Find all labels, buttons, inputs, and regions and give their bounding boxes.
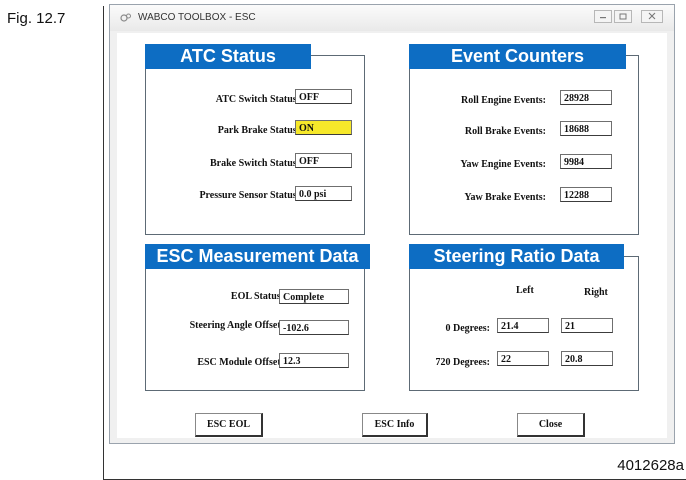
window-title: WABCO TOOLBOX - ESC — [138, 12, 256, 23]
event-counters-panel — [409, 55, 639, 235]
park-brake-label: Park Brake Status: — [217, 125, 300, 136]
zero-degrees-left-value: 21.4 — [497, 318, 549, 333]
title-bar[interactable]: WABCO TOOLBOX - ESC — [110, 5, 674, 31]
yaw-brake-events-value: 12288 — [560, 187, 612, 202]
minimize-button[interactable] — [594, 10, 612, 23]
zero-degrees-label: 0 Degrees: — [445, 323, 490, 334]
atc-status-title: ATC Status — [145, 44, 311, 69]
pressure-sensor-label: Pressure Sensor Status: — [199, 190, 300, 201]
right-column-header: Right — [584, 287, 608, 298]
pressure-sensor-value: 0.0 psi — [295, 186, 352, 201]
minimize-icon — [600, 17, 606, 19]
esc-info-button[interactable]: ESC Info — [362, 413, 428, 437]
close-window-button[interactable] — [641, 10, 663, 23]
roll-brake-events-label: Roll Brake Events: — [464, 126, 546, 137]
yaw-engine-events-label: Yaw Engine Events: — [460, 159, 546, 170]
steering-angle-offset-label: Steering Angle Offset: — [189, 320, 284, 331]
esc-measurement-title: ESC Measurement Data — [145, 244, 370, 269]
eol-status-value: Complete — [279, 289, 349, 304]
yaw-brake-events-label: Yaw Brake Events: — [464, 192, 546, 203]
figure-id: 4012628a — [617, 457, 684, 474]
yaw-engine-events-value: 9984 — [560, 154, 612, 169]
steering-ratio-title: Steering Ratio Data — [409, 244, 624, 269]
atc-switch-label: ATC Switch Status: — [215, 94, 300, 105]
toolbox-window: WABCO TOOLBOX - ESC ATC Status ATC Switc… — [109, 4, 675, 444]
seven-twenty-degrees-right-value: 20.8 — [561, 351, 613, 366]
figure-label: Fig. 12.7 — [7, 10, 66, 27]
park-brake-value: ON — [295, 120, 352, 135]
atc-status-panel — [145, 55, 365, 235]
seven-twenty-degrees-label: 720 Degrees: — [435, 357, 490, 368]
steering-angle-offset-value: -102.6 — [279, 320, 349, 335]
client-area: ATC Status ATC Switch Status: OFF Park B… — [117, 33, 667, 438]
close-icon — [648, 12, 656, 20]
brake-switch-label: Brake Switch Status: — [209, 158, 300, 169]
esc-module-offset-value: 12.3 — [279, 353, 349, 368]
close-button[interactable]: Close — [517, 413, 585, 437]
roll-engine-events-value: 28928 — [560, 90, 612, 105]
atc-switch-value: OFF — [295, 89, 352, 104]
figure-frame-left — [103, 6, 104, 480]
zero-degrees-right-value: 21 — [561, 318, 613, 333]
restore-button[interactable] — [614, 10, 632, 23]
event-counters-title: Event Counters — [409, 44, 626, 69]
left-column-header: Left — [516, 285, 534, 296]
seven-twenty-degrees-left-value: 22 — [497, 351, 549, 366]
wabco-app-icon — [120, 13, 131, 22]
roll-engine-events-label: Roll Engine Events: — [460, 95, 546, 106]
esc-module-offset-label: ESC Module Offset: — [197, 357, 284, 368]
eol-status-label: EOL Status: — [230, 291, 284, 302]
brake-switch-value: OFF — [295, 153, 352, 168]
esc-eol-button[interactable]: ESC EOL — [195, 413, 263, 437]
restore-icon — [619, 13, 627, 20]
roll-brake-events-value: 18688 — [560, 121, 612, 136]
